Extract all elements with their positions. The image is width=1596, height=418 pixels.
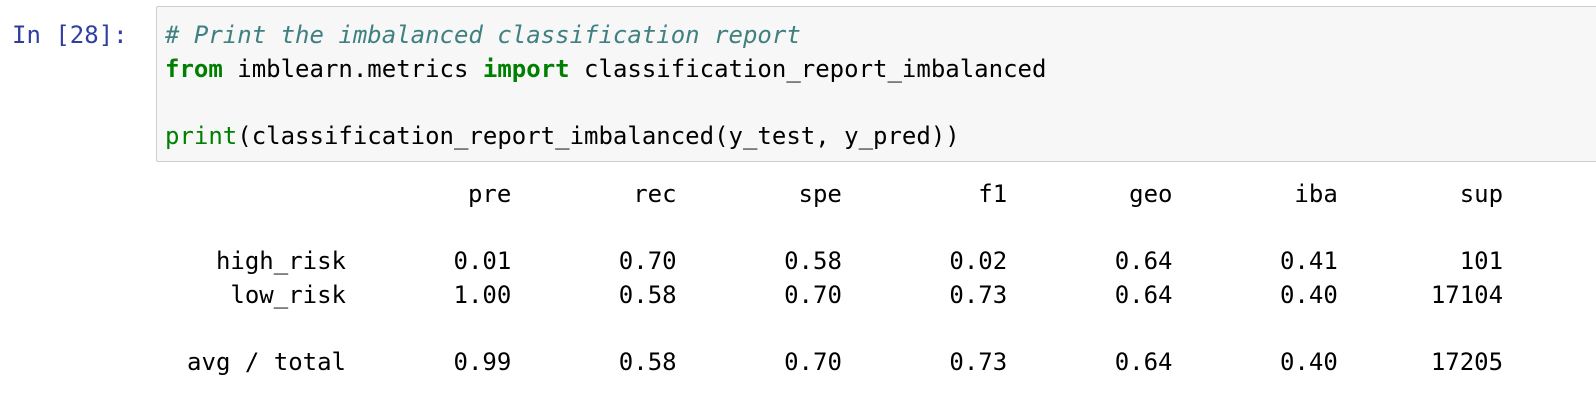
header-spe: spe [798,180,842,208]
row-label: avg / total [187,347,346,376]
cell-rec: 0.70 [618,247,677,275]
header-pre: pre [467,180,512,208]
cell-spe: 0.70 [784,280,842,309]
cell-sup: 17104 [1430,280,1504,309]
keyword-from: from [165,54,223,83]
cell-geo: 0.64 [1114,347,1173,376]
cell-rec: 0.58 [618,347,677,376]
code-line-4: print(classification_report_imbalanced(y… [165,120,1046,154]
header-f1: f1 [978,180,1008,208]
code-comment: # Print the imbalanced classification re… [165,21,801,49]
code-editor[interactable]: # Print the imbalanced classification re… [165,19,1046,153]
module-name: imblearn.metrics [222,54,483,83]
header-blank [166,178,346,212]
code-line-3-blank [165,86,1046,120]
builtin-print: print [165,121,238,150]
cell-pre: 0.01 [453,247,512,275]
report-spacer-row [166,212,1503,246]
header-sup: sup [1459,180,1504,208]
input-prompt: In [28]: [12,21,128,49]
keyword-import: import [482,54,570,83]
code-input-area[interactable]: # Print the imbalanced classification re… [156,6,1596,162]
report-header-row: pre rec spe f1 geo iba sup [166,178,1503,212]
notebook-cell[interactable]: In [28]: # Print the imbalanced classifi… [0,0,1596,418]
code-line-1: # Print the imbalanced classification re… [165,19,1046,53]
cell-f1: 0.73 [949,347,1008,376]
report-spacer-row [166,312,1503,346]
cell-iba: 0.40 [1279,280,1338,309]
cell-iba: 0.41 [1279,247,1338,275]
cell-output: pre rec spe f1 geo iba sup high_risk 0.0… [166,178,1503,379]
cell-rec: 0.58 [618,280,677,309]
cell-spe: 0.58 [784,247,842,275]
cell-f1: 0.02 [949,247,1008,275]
row-label: low_risk [230,280,346,309]
report-row-low-risk: low_risk 1.00 0.58 0.70 0.73 0.64 0.40 1… [166,279,1503,313]
row-label: high_risk [215,247,346,275]
header-rec: rec [633,180,677,208]
cell-geo: 0.64 [1114,247,1173,275]
report-row-high-risk: high_risk 0.01 0.70 0.58 0.02 0.64 0.41 … [166,245,1503,279]
report-row-total: avg / total 0.99 0.58 0.70 0.73 0.64 0.4… [166,346,1503,380]
cell-sup: 17205 [1430,347,1504,376]
code-line-2: from imblearn.metrics import classificat… [165,53,1046,87]
header-iba: iba [1294,180,1338,208]
print-call-args: (classification_report_imbalanced(y_test… [237,121,960,150]
header-geo: geo [1129,180,1173,208]
cell-pre: 1.00 [453,280,512,309]
cell-pre: 0.99 [453,347,512,376]
cell-f1: 0.73 [949,280,1008,309]
cell-spe: 0.70 [784,347,842,376]
classification-report-table: pre rec spe f1 geo iba sup high_risk 0.0… [166,178,1503,379]
imported-name: classification_report_imbalanced [569,54,1047,83]
cell-sup: 101 [1459,247,1504,275]
cell-geo: 0.64 [1114,280,1173,309]
cell-iba: 0.40 [1279,347,1338,376]
